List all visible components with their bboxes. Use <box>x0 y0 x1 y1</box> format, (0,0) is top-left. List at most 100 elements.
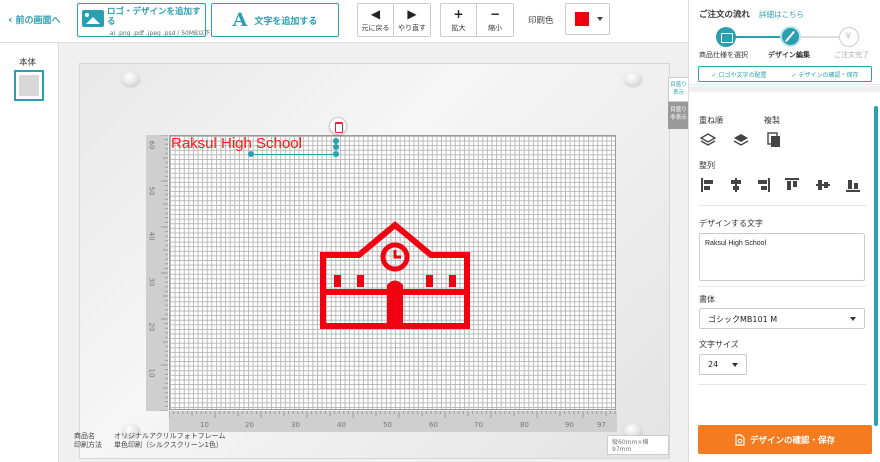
undo-label: 元に戻る <box>361 23 390 32</box>
chevron-down-icon <box>850 317 856 321</box>
align-top-icon[interactable] <box>784 177 800 193</box>
undo-redo-group: ◀ 元に戻る ▶ やり直す <box>357 3 431 37</box>
align-right-icon[interactable] <box>755 177 771 193</box>
align-left-icon[interactable] <box>700 177 716 193</box>
duplicate-icon[interactable] <box>766 132 782 148</box>
send-backward-icon[interactable] <box>733 132 749 148</box>
bring-forward-icon[interactable] <box>700 132 716 148</box>
size-select[interactable]: 24 <box>699 354 747 375</box>
horizontal-ruler-ticks <box>169 411 616 418</box>
font-value: ゴシックMB101 M <box>708 315 778 324</box>
school-icon[interactable] <box>317 219 473 329</box>
zoom-out-button[interactable]: − 縮小 <box>477 4 513 36</box>
step-label: ご注文完了 <box>834 51 869 59</box>
resize-handle[interactable] <box>333 144 339 150</box>
frame-bolt <box>624 72 642 86</box>
ruler-tick-label: 80 <box>520 421 529 429</box>
align-bottom-icon[interactable] <box>845 177 861 193</box>
ruler-tick-label: 30 <box>291 421 300 429</box>
resize-handle[interactable] <box>248 151 254 157</box>
order-flow: ご注文の流れ 詳細はこちら 商品仕様を選択 デザイン編集 ご注文完了 ✓ ロゴや… <box>689 0 880 85</box>
divider <box>698 205 866 206</box>
add-logo-button[interactable]: ロゴ・デザインを追加する .ai .png .pdf .jpeg .psd / … <box>77 3 210 37</box>
add-text-label: 文字を追加する <box>254 16 318 27</box>
add-text-button[interactable]: A 文字を追加する <box>211 3 339 37</box>
ruler-tick-label: 70 <box>474 421 483 429</box>
chevron-down-icon <box>732 363 738 367</box>
print-color-select[interactable] <box>565 3 610 35</box>
right-panel: ご注文の流れ 詳細はこちら 商品仕様を選択 デザイン編集 ご注文完了 ✓ ロゴや… <box>688 0 880 462</box>
font-select[interactable]: ゴシックMB101 M <box>699 308 865 329</box>
zoom-in-label: 拡大 <box>451 23 466 32</box>
step-label: 商品仕様を選択 <box>699 51 748 59</box>
confirm-save-button[interactable]: デザインの確認・保存 <box>698 425 872 454</box>
text-icon: A <box>232 9 248 31</box>
design-text-label: デザインする文字 <box>699 219 763 228</box>
selection-outline <box>251 154 336 155</box>
size-label: 文字サイズ <box>699 340 739 349</box>
ruler-tick-label: 50 <box>147 186 156 196</box>
pencil-icon <box>780 26 801 47</box>
undo-button[interactable]: ◀ 元に戻る <box>358 4 394 36</box>
ruler-tick-label: 50 <box>383 421 392 429</box>
top-toolbar: ‹ 前の画面へ ロゴ・デザインを追加する .ai .png .pdf .jpeg… <box>0 0 688 43</box>
align-center-icon[interactable] <box>728 177 744 193</box>
design-text-object[interactable]: Raksul High School <box>171 135 302 152</box>
design-text-input[interactable]: Raksul High School <box>699 233 865 281</box>
print-color-label: 印刷色 <box>528 16 554 26</box>
minus-icon: − <box>489 6 501 21</box>
properties-panel: 重ね順 複製 整列 デザインする文字 Raksul High School 書体… <box>689 92 880 426</box>
resize-handle[interactable] <box>333 151 339 157</box>
color-swatch <box>575 12 589 26</box>
size-tag: 縦60mm×横97mm <box>607 435 669 455</box>
print-method-key: 印刷方法 <box>74 441 102 449</box>
frame-bolt <box>122 72 140 86</box>
ruler-tick-label: 30 <box>147 277 156 287</box>
body-thumbnail[interactable] <box>14 70 44 101</box>
body-label: 本体 <box>19 58 37 68</box>
ruler-tick-label: 90 <box>565 421 574 429</box>
print-method-value: 単色印刷（シルクスクリーン1色） <box>114 441 223 449</box>
product-info: 商品名 オリジナルアクリルフォトフレーム 印刷方法 単色印刷（シルクスクリーン1色） <box>74 432 225 450</box>
hide-grid-button[interactable]: 目盛り非表示 <box>668 102 689 129</box>
add-logo-formats: .ai .png .pdf .jpeg .psd / 50MB以下 <box>108 30 211 37</box>
product-name-value: オリジナルアクリルフォトフレーム <box>114 432 226 440</box>
trash-icon[interactable] <box>329 117 347 135</box>
divider <box>698 286 866 287</box>
image-icon <box>82 10 104 27</box>
design-canvas: 60 50 40 30 20 10 10 20 30 40 50 60 70 8… <box>60 43 689 462</box>
scrollbar[interactable] <box>874 106 878 426</box>
details-link[interactable]: 詳細はこちら <box>759 9 804 20</box>
ruler-tick-label: 97 <box>597 421 606 429</box>
show-grid-button[interactable]: 目盛り表示 <box>668 77 689 102</box>
align-label: 整列 <box>699 161 715 170</box>
size-value: 24 <box>708 360 719 369</box>
layer-order-label: 重ね順 <box>699 116 723 125</box>
duplicate-label: 複製 <box>764 116 780 125</box>
ruler-tick-label: 60 <box>429 421 438 429</box>
arrow-right-icon: ▶ <box>407 6 417 21</box>
confirm-save-label: デザインの確認・保存 <box>749 435 835 446</box>
zoom-in-button[interactable]: + 拡大 <box>441 4 477 36</box>
redo-button[interactable]: ▶ やり直す <box>394 4 430 36</box>
add-logo-label: ロゴ・デザインを追加する <box>107 7 201 27</box>
left-panel: 本体 <box>0 43 59 462</box>
align-middle-icon[interactable] <box>815 177 831 193</box>
zoom-group: + 拡大 − 縮小 <box>440 3 514 37</box>
ruler-tick-label: 20 <box>245 421 254 429</box>
back-link[interactable]: ‹ 前の画面へ <box>8 13 61 26</box>
ruler-tick-label: 40 <box>337 421 346 429</box>
horizontal-ruler: 10 20 30 40 50 60 70 80 90 97 <box>169 411 617 432</box>
arrow-left-icon: ◀ <box>370 6 381 21</box>
step-label-active: デザイン編集 <box>768 51 810 59</box>
ruler-tick-label: 40 <box>147 231 156 241</box>
vertical-ruler: 60 50 40 30 20 10 <box>146 134 168 412</box>
font-label: 書体 <box>699 295 715 304</box>
substep-item: ✓ デザインの確認・保存 <box>791 71 859 79</box>
acrylic-frame: 60 50 40 30 20 10 10 20 30 40 50 60 70 8… <box>79 63 689 459</box>
divider <box>698 384 866 385</box>
back-label: 前の画面へ <box>15 16 61 26</box>
ruler-tick-label: 10 <box>200 421 209 429</box>
chevron-left-icon: ‹ <box>8 13 13 26</box>
ruler-tick-label: 60 <box>147 140 156 150</box>
